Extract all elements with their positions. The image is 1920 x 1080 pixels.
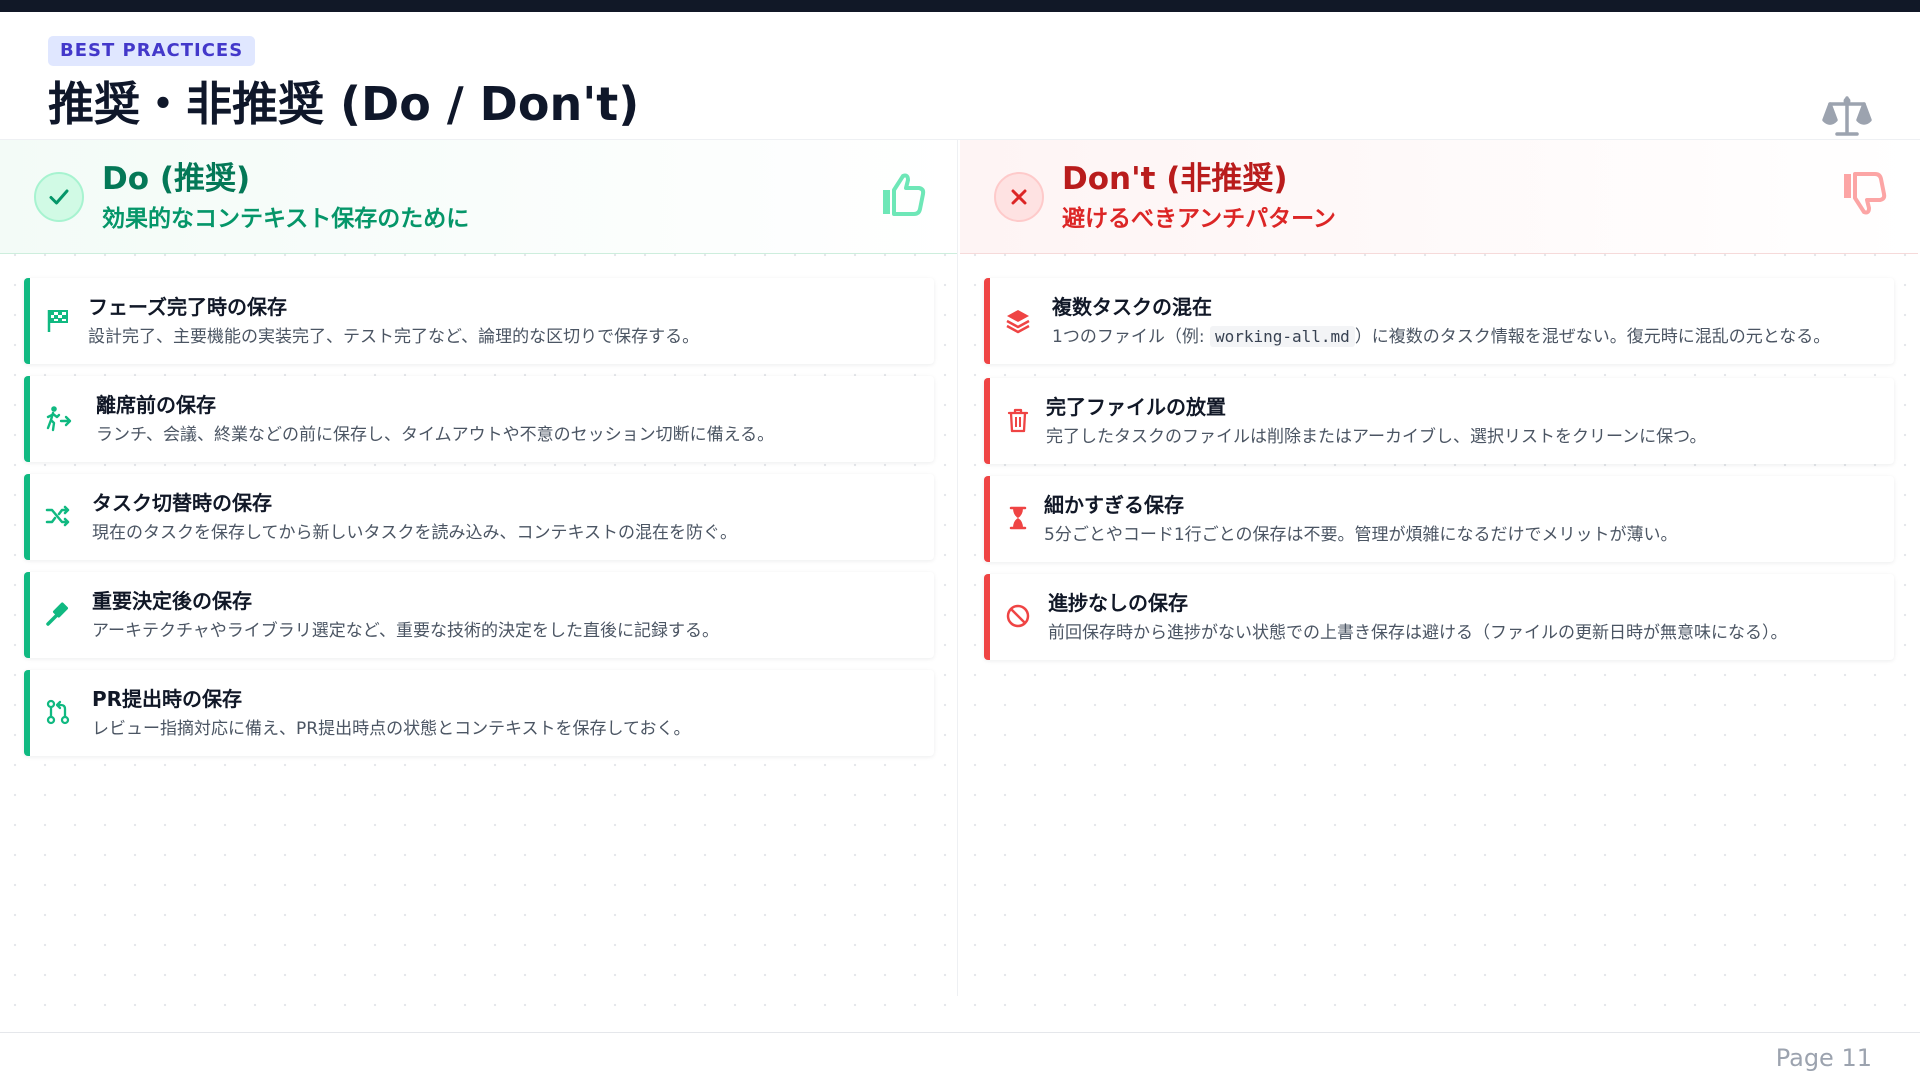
do-header: Do (推奨) 効果的なコンテキスト保存のために — [0, 140, 957, 254]
shuffle-icon — [45, 505, 70, 527]
dont-item-3: 細かすぎる保存 5分ごとやコード1行ごとの保存は不要。管理が煩雑になるだけでメリ… — [984, 476, 1894, 562]
scale-balanced-icon — [1822, 96, 1872, 136]
do-item-4: 重要決定後の保存 アーキテクチャやライブラリ選定など、重要な技術的決定をした直後… — [24, 572, 934, 658]
dont-item-desc: 前回保存時から進捗がない状態での上書き保存は避ける（ファイルの更新日時が無意味に… — [1048, 623, 1788, 643]
do-item-title: PR提出時の保存 — [92, 687, 243, 711]
dont-subtitle: 避けるべきアンチパターン — [1062, 206, 1336, 232]
do-subtitle: 効果的なコンテキスト保存のために — [102, 206, 470, 232]
x-badge — [994, 172, 1044, 222]
dont-item-title: 細かすぎる保存 — [1044, 493, 1184, 517]
page-title: 推奨・非推奨 (Do / Don't) — [48, 77, 640, 131]
dont-item-title: 進捗なしの保存 — [1048, 591, 1188, 615]
dont-item-title: 複数タスクの混在 — [1052, 295, 1212, 319]
gavel-icon — [46, 602, 69, 626]
dont-item-4: 進捗なしの保存 前回保存時から進捗がない状態での上書き保存は避ける（ファイルの更… — [984, 574, 1894, 660]
dont-item-1: 複数タスクの混在 1つのファイル（例: working-all.md ）に複数のタ… — [984, 278, 1894, 364]
dont-item-desc: 1つのファイル（例: working-all.md ）に複数のタスク情報を混ぜない… — [1052, 324, 1830, 350]
check-badge — [34, 172, 84, 222]
hourglass-icon — [1009, 506, 1027, 530]
section-tag: BEST PRACTICES — [48, 36, 256, 66]
filename-code: working-all.md — [1209, 326, 1355, 347]
do-item-desc: ランチ、会議、終業などの前に保存し、タイムアウトや不意のセッション切断に備える。 — [96, 425, 775, 445]
dont-item-title: 完了ファイルの放置 — [1046, 395, 1226, 419]
trash-can-icon — [1007, 408, 1029, 433]
person-walking-arrow-icon — [46, 406, 72, 432]
desc-text-before: 1つのファイル（例: — [1052, 327, 1210, 347]
do-item-title: タスク切替時の保存 — [92, 491, 272, 515]
dont-header: Don't (非推奨) 避けるべきアンチパターン — [960, 140, 1918, 254]
code-pull-request-icon — [46, 699, 70, 725]
dont-title: Don't (非推奨) — [1062, 161, 1288, 197]
do-item-desc: レビュー指摘対応に備え、PR提出時点の状態とコンテキストを保存しておく。 — [92, 719, 691, 739]
flag-checkered-icon — [47, 310, 68, 332]
xmark-icon — [1011, 189, 1027, 205]
page-number: Page 11 — [1775, 1044, 1872, 1072]
slide-header: BEST PRACTICES 推奨・非推奨 (Do / Don't) — [0, 12, 1920, 140]
do-item-desc: 現在のタスクを保存してから新しいタスクを読み込み、コンテキストの混在を防ぐ。 — [92, 523, 737, 543]
dont-item-desc: 5分ごとやコード1行ごとの保存は不要。管理が煩雑になるだけでメリットが薄い。 — [1044, 525, 1678, 545]
do-item-1: フェーズ完了時の保存 設計完了、主要機能の実装完了、テスト完了など、論理的な区切… — [24, 278, 934, 364]
do-item-5: PR提出時の保存 レビュー指摘対応に備え、PR提出時点の状態とコンテキストを保存… — [24, 670, 934, 756]
do-column: Do (推奨) 効果的なコンテキスト保存のために フェーズ完了時の保存 設計完了… — [0, 140, 958, 996]
ban-icon — [1006, 604, 1030, 628]
do-title: Do (推奨) — [102, 161, 251, 197]
dont-item-desc: 完了したタスクのファイルは削除またはアーカイブし、選択リストをクリーンに保つ。 — [1046, 427, 1707, 447]
do-item-title: 離席前の保存 — [96, 393, 216, 417]
top-accent-bar — [0, 0, 1920, 12]
do-item-title: 重要決定後の保存 — [92, 589, 252, 613]
dont-column: Don't (非推奨) 避けるべきアンチパターン 複数タスクの混在 1つのファイ… — [960, 140, 1918, 996]
do-item-2: 離席前の保存 ランチ、会議、終業などの前に保存し、タイムアウトや不意のセッション… — [24, 376, 934, 462]
do-item-desc: アーキテクチャやライブラリ選定など、重要な技術的決定をした直後に記録する。 — [92, 621, 719, 641]
check-icon — [49, 189, 69, 205]
layer-group-icon — [1006, 310, 1030, 334]
thumbs-up-icon — [883, 173, 926, 216]
desc-text-after: ）に複数のタスク情報を混ぜない。復元時に混乱の元となる。 — [1354, 327, 1831, 347]
slide-footer: Page 11 — [0, 1032, 1920, 1080]
do-item-desc: 設計完了、主要機能の実装完了、テスト完了など、論理的な区切りで保存する。 — [88, 327, 700, 347]
dont-item-2: 完了ファイルの放置 完了したタスクのファイルは削除またはアーカイブし、選択リスト… — [984, 378, 1894, 464]
do-item-3: タスク切替時の保存 現在のタスクを保存してから新しいタスクを読み込み、コンテキス… — [24, 474, 934, 560]
thumbs-down-icon — [1844, 172, 1887, 215]
do-item-title: フェーズ完了時の保存 — [88, 295, 287, 319]
